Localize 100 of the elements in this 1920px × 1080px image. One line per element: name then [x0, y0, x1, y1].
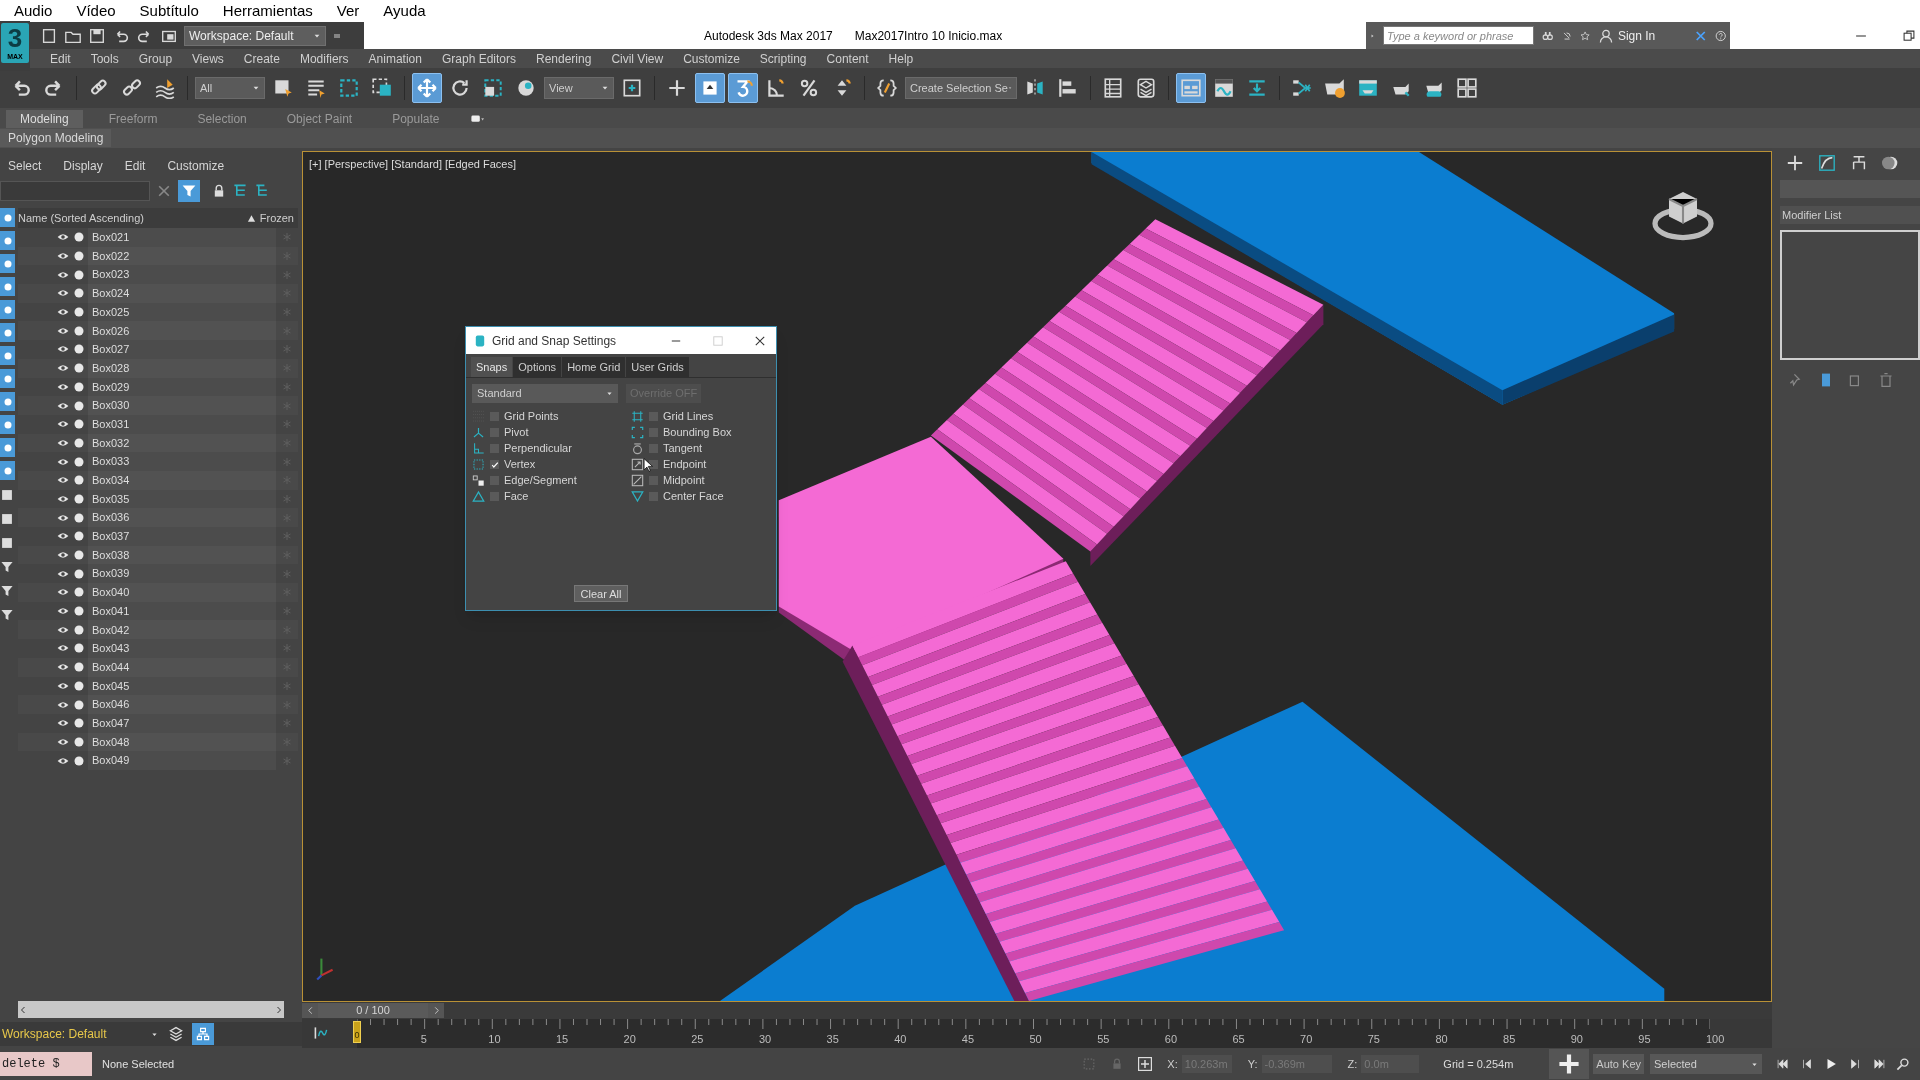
search-field[interactable]: Type a keyword or phrase: [1383, 26, 1535, 45]
time-slider-thumb[interactable]: 0 / 100: [318, 1003, 428, 1018]
display-filter-button[interactable]: [0, 392, 15, 411]
render-dot-icon[interactable]: [74, 624, 84, 635]
render-dot-icon[interactable]: [74, 643, 84, 654]
object-name[interactable]: Box048: [92, 733, 130, 751]
sign-in-link[interactable]: Sign In: [1617, 26, 1656, 45]
layers-icon[interactable]: [168, 1026, 184, 1042]
column-header[interactable]: Frozen: [246, 209, 294, 227]
modifier-list-dropdown[interactable]: Modifier List: [1780, 206, 1920, 224]
timeline-ruler[interactable]: [357, 1019, 1710, 1029]
render-dot-icon[interactable]: [74, 400, 84, 411]
hierarchy-icon[interactable]: [1850, 154, 1868, 172]
object-name[interactable]: Box049: [92, 752, 130, 769]
current-frame-marker[interactable]: 0: [353, 1021, 361, 1043]
menu-item[interactable]: Herramientas: [222, 0, 313, 23]
hierarchy-icon[interactable]: [232, 183, 248, 199]
key-filter-dropdown[interactable]: Selected: [1650, 1054, 1762, 1074]
menu-item[interactable]: Civil View: [611, 49, 664, 68]
menu-item[interactable]: Vídeo: [76, 0, 116, 23]
menu-item[interactable]: Customize: [167, 157, 225, 175]
object-name[interactable]: Box021: [92, 229, 130, 246]
hierarchy-button[interactable]: [192, 1023, 214, 1045]
display-filter-button[interactable]: [0, 277, 15, 296]
display-filter-button[interactable]: [0, 254, 15, 273]
object-name[interactable]: Box045: [92, 677, 130, 695]
display-filter-button[interactable]: [0, 300, 15, 319]
render-dot-icon[interactable]: [74, 755, 84, 766]
object-name[interactable]: Box039: [92, 565, 130, 582]
ribbon-tab[interactable]: Object Paint: [272, 110, 367, 128]
curve-edit-icon[interactable]: [1818, 154, 1836, 172]
dialog-tab[interactable]: Snaps: [471, 357, 513, 377]
menu-item[interactable]: Rendering: [536, 49, 592, 68]
menu-item[interactable]: Display: [63, 157, 103, 175]
maxscript-listener-field[interactable]: delete $: [0, 1052, 92, 1076]
menu-item[interactable]: Select: [8, 157, 42, 175]
render-dot-icon[interactable]: [74, 662, 84, 673]
dialog-tab[interactable]: User Grids: [626, 357, 689, 377]
object-name[interactable]: Box034: [92, 472, 130, 489]
set-key-button[interactable]: [1549, 1049, 1590, 1079]
menu-item[interactable]: Edit: [124, 157, 146, 175]
render-dot-icon[interactable]: [74, 288, 84, 299]
snap-label[interactable]: Grid Points: [504, 408, 559, 425]
ribbon-toggle-button[interactable]: [1176, 73, 1206, 103]
column-header[interactable]: Name (Sorted Ascending): [18, 209, 144, 227]
menu-item[interactable]: Graph Editors: [441, 49, 516, 68]
render-dot-icon[interactable]: [74, 736, 84, 747]
menu-item[interactable]: Audio: [14, 0, 53, 23]
render-dot-icon[interactable]: [74, 531, 84, 542]
close-icon[interactable]: [754, 334, 766, 347]
display-filter-button[interactable]: [0, 323, 15, 342]
clear-search-icon[interactable]: [156, 183, 172, 199]
menu-item[interactable]: Animation: [368, 49, 422, 68]
set-key-icon[interactable]: [312, 1025, 330, 1041]
dropdown[interactable]: Create Selection Se: [905, 77, 1017, 99]
menu-item[interactable]: Tools: [90, 49, 119, 68]
viewport[interactable]: [302, 151, 1772, 1002]
snap-label[interactable]: Tangent: [663, 440, 703, 457]
object-name[interactable]: Box040: [92, 584, 130, 601]
workspace-dropdown[interactable]: Workspace: Default: [184, 25, 326, 46]
render-dot-icon[interactable]: [74, 344, 84, 355]
menu-item[interactable]: Modifiers: [299, 49, 349, 68]
zoom-icon[interactable]: [1896, 1057, 1910, 1071]
snap-label[interactable]: Grid Lines: [663, 408, 714, 425]
snap-label[interactable]: Center Face: [663, 488, 724, 505]
snap-label[interactable]: Edge/Segment: [504, 472, 577, 489]
filter-button[interactable]: [178, 180, 200, 202]
menu-item[interactable]: Scripting: [759, 49, 807, 68]
object-name[interactable]: Box031: [92, 415, 130, 433]
object-name[interactable]: Box038: [92, 546, 130, 564]
object-name[interactable]: Box029: [92, 378, 130, 396]
search-field[interactable]: [0, 181, 150, 201]
plus-icon[interactable]: [1786, 154, 1804, 172]
restore-icon[interactable]: [1902, 28, 1916, 43]
auto-key-button[interactable]: Auto Key: [1593, 1054, 1644, 1074]
render-dot-icon[interactable]: [74, 493, 84, 504]
clear-all-button[interactable]: Clear All: [573, 585, 629, 602]
object-name[interactable]: Box023: [92, 266, 130, 283]
snap-label[interactable]: Face: [504, 488, 529, 505]
ribbon-panel-title[interactable]: Polygon Modeling: [0, 129, 112, 147]
menu-item[interactable]: Views: [192, 49, 224, 68]
snap-label[interactable]: Vertex: [504, 456, 536, 473]
snap-label[interactable]: Endpoint: [663, 456, 707, 473]
object-name[interactable]: Box037: [92, 528, 130, 545]
previous-frame-button[interactable]: [302, 1003, 318, 1018]
object-name[interactable]: Box043: [92, 640, 130, 657]
render-dot-icon[interactable]: [74, 363, 84, 374]
preset-dropdown[interactable]: Standard: [472, 384, 618, 403]
ribbon-tab[interactable]: Selection: [183, 110, 261, 128]
menu-item[interactable]: Ayuda: [383, 0, 426, 23]
dialog-window[interactable]: [465, 326, 777, 611]
object-name[interactable]: Box035: [92, 490, 130, 508]
render-dot-icon[interactable]: [74, 587, 84, 598]
horizontal-scrollbar[interactable]: [18, 1001, 284, 1018]
menu-item[interactable]: Ver: [336, 0, 360, 23]
trash-icon[interactable]: [1878, 372, 1894, 388]
ribbon-tab[interactable]: Modeling: [6, 110, 83, 128]
object-name[interactable]: Box022: [92, 247, 130, 265]
render-dot-icon[interactable]: [74, 307, 84, 318]
lock-icon[interactable]: [212, 183, 226, 199]
